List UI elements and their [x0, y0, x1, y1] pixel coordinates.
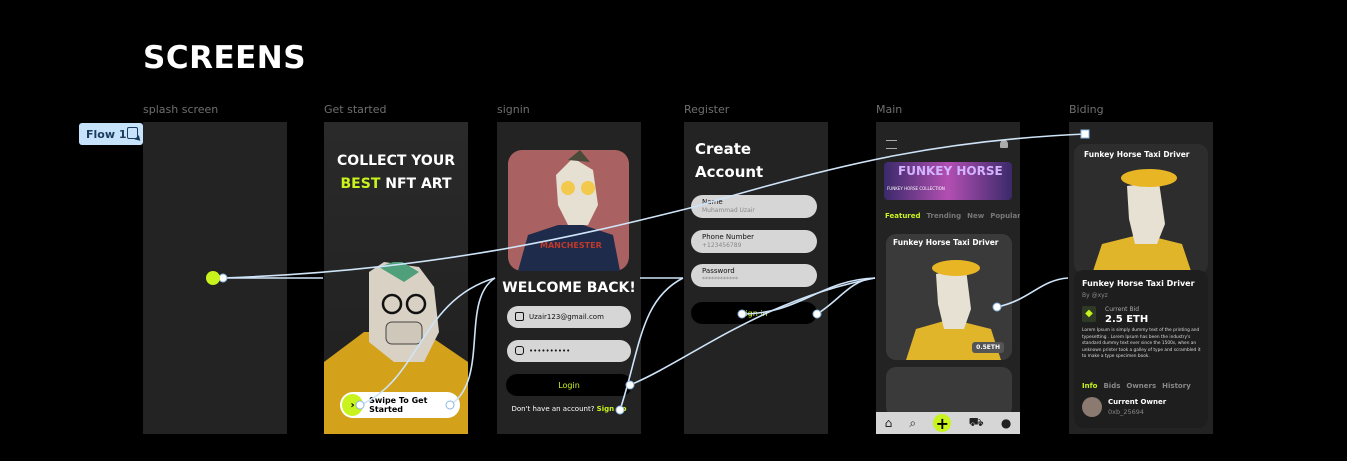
page-title: SCREENS: [143, 40, 307, 76]
main-frame[interactable]: FUNKEY HORSE FUNKEY HORSE COLLECTION Fea…: [876, 122, 1020, 434]
tab-history[interactable]: History: [1162, 382, 1191, 390]
get-started-heading: COLLECT YOUR BEST NFT ART: [337, 153, 455, 192]
featured-nft-card[interactable]: Funkey Horse Taxi Driver 0.5ETH: [886, 234, 1012, 360]
frame-label-register: Register: [684, 103, 730, 116]
bottom-nav: ⌂ ⌕ + ⛟ ●: [876, 412, 1020, 434]
current-owner-label: Current Owner: [1108, 398, 1167, 406]
email-field[interactable]: Uzair123@gmail.com: [507, 306, 631, 328]
bid-details-sheet: Funkey Horse Taxi Driver By @xyz ◆ Curre…: [1074, 270, 1208, 428]
main-tabs: Featured Trending New Popular: [885, 212, 1020, 220]
frame-label-main: Main: [876, 103, 903, 116]
phone-number-field[interactable]: Phone Number +123456789: [691, 230, 817, 253]
signup-prompt: Don't have an account? Sign up: [511, 405, 627, 413]
search-icon[interactable]: ⌕: [909, 416, 916, 431]
cart-icon[interactable]: ⛟: [969, 415, 984, 431]
password-field[interactable]: Password ************: [691, 264, 817, 287]
taxi-horse-image: [1092, 169, 1192, 274]
current-owner-value: 0xb_25694: [1108, 408, 1145, 416]
frame-label-signin: signin: [497, 103, 530, 116]
bid-creator: By @xyz: [1082, 292, 1108, 299]
svg-text:MANCHESTER: MANCHESTER: [540, 241, 602, 250]
splash-screen-frame[interactable]: [143, 122, 287, 434]
bid-nft-title: Funkey Horse Taxi Driver: [1082, 279, 1195, 288]
price-badge: 0.5ETH: [972, 342, 1004, 353]
biding-frame[interactable]: Funkey Horse Taxi Driver Funkey Horse Ta…: [1069, 122, 1213, 434]
tab-featured[interactable]: Featured: [885, 212, 921, 220]
owner-avatar: [1082, 397, 1102, 417]
flow-tag[interactable]: Flow 1: [79, 123, 143, 145]
nft-description: Lorem Ipsum is simply dummy text of the …: [1082, 328, 1201, 359]
tab-owners[interactable]: Owners: [1126, 382, 1156, 390]
bell-icon[interactable]: [1000, 140, 1008, 148]
home-icon[interactable]: ⌂: [885, 416, 893, 430]
collection-banner[interactable]: FUNKEY HORSE FUNKEY HORSE COLLECTION: [884, 162, 1012, 200]
profile-icon[interactable]: ●: [1001, 416, 1011, 430]
tab-popular[interactable]: Popular: [990, 212, 1020, 220]
arrow-right-icon[interactable]: ›: [342, 394, 364, 416]
get-started-frame[interactable]: COLLECT YOUR BEST NFT ART › Swipe To Get…: [324, 122, 468, 434]
bid-tabs: Info Bids Owners History: [1082, 382, 1191, 390]
sign-up-link[interactable]: Sign up: [597, 405, 627, 413]
tab-new[interactable]: New: [967, 212, 984, 220]
ethereum-icon: ◆: [1082, 306, 1096, 322]
tab-trending[interactable]: Trending: [927, 212, 962, 220]
tab-bids[interactable]: Bids: [1103, 382, 1120, 390]
frame-label-splash: splash screen: [143, 103, 219, 116]
play-flow-icon[interactable]: [127, 127, 138, 139]
login-button[interactable]: Login: [506, 374, 632, 396]
mail-icon: [515, 312, 524, 321]
current-bid-label: Current Bid: [1105, 306, 1140, 313]
tab-info[interactable]: Info: [1082, 382, 1097, 390]
frame-label-get-started: Get started: [324, 103, 387, 116]
frame-label-biding: Biding: [1069, 103, 1104, 116]
flow-tag-label: Flow 1: [86, 127, 127, 141]
name-field[interactable]: Name Muhammad Uzair: [691, 195, 817, 218]
second-nft-card[interactable]: [886, 367, 1012, 417]
register-frame[interactable]: Create Account Name Muhammad Uzair Phone…: [684, 122, 828, 434]
welcome-heading: WELCOME BACK!: [502, 280, 636, 296]
register-heading: Create Account: [695, 140, 764, 181]
add-icon[interactable]: +: [933, 414, 952, 433]
menu-icon[interactable]: [886, 140, 897, 149]
password-field[interactable]: ••••••••••: [507, 340, 631, 362]
swipe-to-get-started-button[interactable]: › Swipe To Get Started: [340, 392, 460, 418]
bid-top-title: Funkey Horse Taxi Driver: [1084, 150, 1190, 159]
sign-in-button[interactable]: Sign in: [691, 302, 817, 324]
horse-avatar-image: MANCHESTER: [508, 150, 629, 271]
lock-icon: [515, 346, 524, 355]
signin-frame[interactable]: MANCHESTER WELCOME BACK! Uzair123@gmail.…: [497, 122, 641, 434]
current-bid-value: 2.5 ETH: [1105, 314, 1149, 325]
